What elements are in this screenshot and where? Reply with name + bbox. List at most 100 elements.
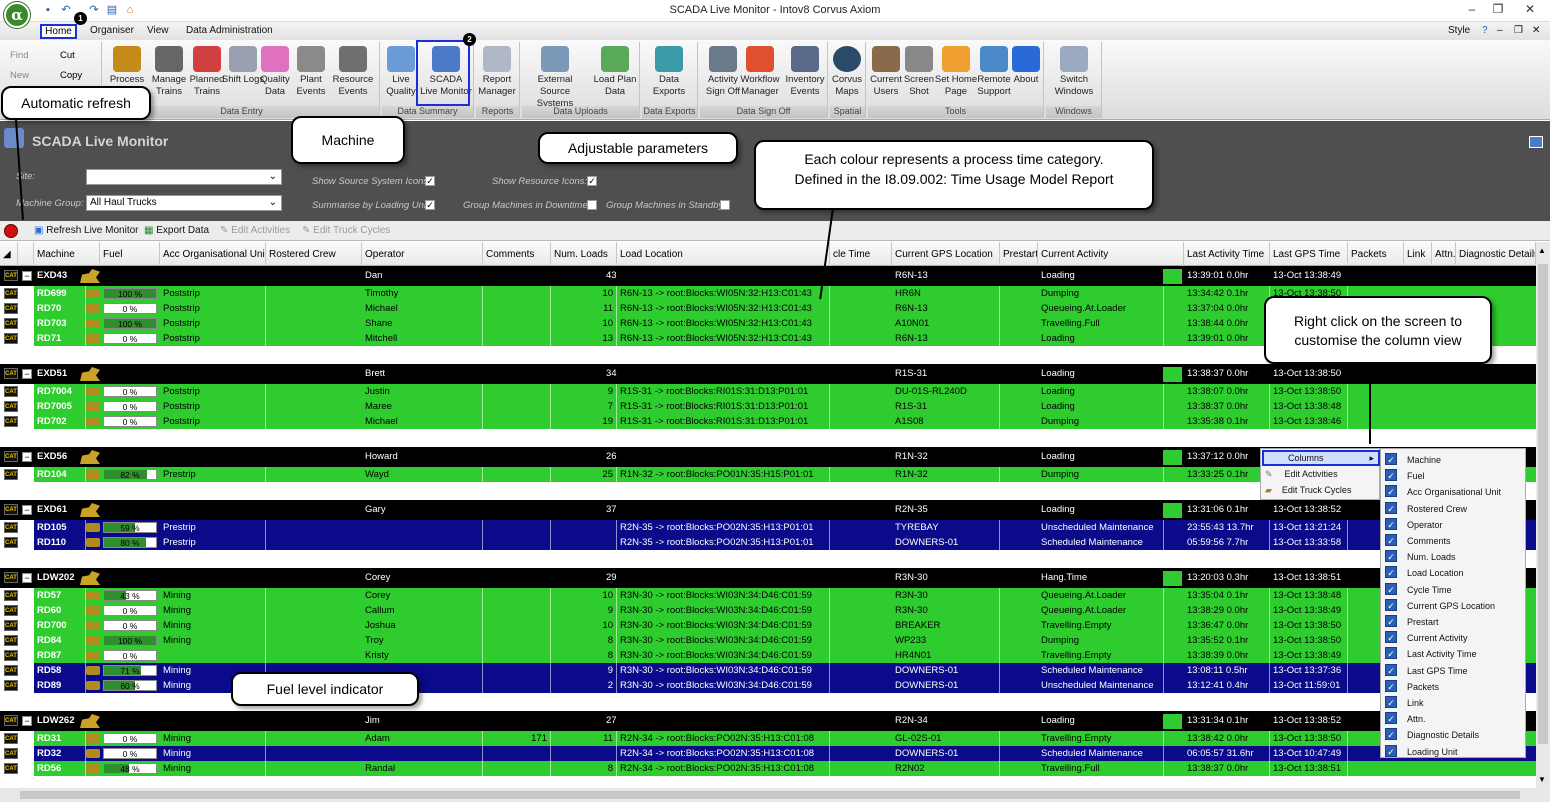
column-toggle-item[interactable]: ✓ Num. Loads bbox=[1381, 550, 1527, 565]
collapse-icon[interactable]: − bbox=[22, 505, 32, 515]
header-cycle-time[interactable]: cle Time bbox=[830, 242, 892, 266]
table-row[interactable]: CAT RD105 59 % Prestrip R2N-35 -> root:Block… bbox=[0, 520, 1536, 535]
menu-data-administration[interactable]: Data Administration bbox=[186, 25, 273, 36]
column-toggle-item[interactable]: ✓ Cycle Time bbox=[1381, 582, 1527, 598]
collapse-icon[interactable]: − bbox=[22, 573, 32, 583]
column-checkbox[interactable]: ✓ bbox=[1385, 663, 1397, 676]
column-toggle-item[interactable]: ✓ Rostered Crew bbox=[1381, 501, 1527, 517]
show-source-icons-checkbox[interactable]: ✓ bbox=[425, 176, 435, 186]
group-downtime-checkbox[interactable] bbox=[587, 200, 597, 210]
column-checkbox[interactable]: ✓ bbox=[1385, 550, 1397, 563]
table-row[interactable]: CAT RD60 0 % Mining Callum 9 R3N-30 -> root:Bl… bbox=[0, 603, 1536, 618]
column-checkbox[interactable]: ✓ bbox=[1385, 598, 1397, 611]
copy-button[interactable]: Copy bbox=[60, 70, 82, 81]
export-data-button[interactable]: ▦ Export Data bbox=[144, 225, 209, 236]
column-toggle-item[interactable]: ✓ Packets bbox=[1381, 679, 1527, 695]
report-manager-button[interactable]: Report Manager bbox=[476, 46, 518, 98]
resource-events-button[interactable]: Resource Events bbox=[330, 46, 376, 98]
column-checkbox[interactable]: ✓ bbox=[1385, 501, 1397, 514]
screen-shot-button[interactable]: Screen Shot bbox=[902, 46, 936, 98]
column-toggle-item[interactable]: ✓ Last GPS Time bbox=[1381, 663, 1527, 679]
column-checkbox[interactable]: ✓ bbox=[1385, 631, 1397, 644]
header-diagnostic-details[interactable]: Diagnostic Details bbox=[1456, 242, 1536, 266]
column-toggle-item[interactable]: ✓ Last Activity Time bbox=[1381, 647, 1527, 662]
scroll-down-icon[interactable]: ▼ bbox=[1538, 775, 1546, 784]
data-exports-button[interactable]: Data Exports bbox=[646, 46, 692, 98]
save-icon[interactable]: ▪ bbox=[42, 4, 54, 16]
menu-view[interactable]: View bbox=[147, 25, 169, 36]
header-current-activity[interactable]: Current Activity bbox=[1038, 242, 1184, 266]
column-checkbox[interactable]: ✓ bbox=[1385, 453, 1397, 465]
header-load-location[interactable]: Load Location bbox=[617, 242, 830, 266]
column-checkbox[interactable]: ✓ bbox=[1385, 534, 1397, 546]
table-row[interactable]: CAT RD110 80 % Prestrip R2N-35 -> root:Block… bbox=[0, 535, 1536, 550]
auto-refresh-icon[interactable] bbox=[4, 224, 18, 238]
header-acc-org-unit[interactable]: Acc Organisational Unit bbox=[160, 242, 266, 266]
column-toggle-item[interactable]: ✓ Current Activity bbox=[1381, 631, 1527, 646]
redo-icon[interactable]: ↷ bbox=[88, 4, 100, 16]
collapse-icon[interactable]: − bbox=[22, 452, 32, 462]
find-button[interactable]: Find bbox=[10, 50, 28, 61]
switch-windows-button[interactable]: Switch Windows bbox=[1048, 46, 1100, 98]
workflow-manager-button[interactable]: Workflow Manager bbox=[736, 46, 784, 98]
remote-support-button[interactable]: Remote Support bbox=[974, 46, 1014, 98]
header-prestart[interactable]: Prestart bbox=[1000, 242, 1038, 266]
context-columns-item[interactable]: Columns ▸ bbox=[1262, 450, 1380, 466]
column-checkbox[interactable]: ✓ bbox=[1385, 647, 1397, 660]
print-icon[interactable]: ▤ bbox=[106, 4, 118, 16]
ribbon-restore-icon[interactable]: ❐ bbox=[1514, 25, 1523, 36]
column-toggle-item[interactable]: ✓ Diagnostic Details bbox=[1381, 728, 1527, 743]
app-logo[interactable]: α bbox=[4, 2, 30, 28]
column-toggle-item[interactable]: ✓ Current GPS Location bbox=[1381, 598, 1527, 614]
load-plan-button[interactable]: Load Plan Data bbox=[592, 46, 638, 98]
live-quality-button[interactable]: Live Quality bbox=[382, 46, 420, 98]
column-checkbox[interactable]: ✓ bbox=[1385, 469, 1397, 482]
column-toggle-item[interactable]: ✓ Load Location bbox=[1381, 566, 1527, 581]
header-machine[interactable]: Machine bbox=[34, 242, 100, 266]
home-icon[interactable]: ⌂ bbox=[124, 4, 136, 16]
group-row[interactable]: CAT − EXD51 Brett 34 R1S-31 Loading 13:38:37 0.… bbox=[0, 364, 1536, 384]
column-checkbox[interactable]: ✓ bbox=[1385, 712, 1397, 725]
undo-icon[interactable]: ↶ bbox=[60, 4, 72, 16]
edit-truck-cycles-button[interactable]: ✎ Edit Truck Cycles bbox=[302, 225, 390, 236]
help-icon[interactable]: ? bbox=[1482, 25, 1488, 36]
header-rostered-crew[interactable]: Rostered Crew bbox=[266, 242, 362, 266]
collapse-icon[interactable]: − bbox=[22, 369, 32, 379]
table-row[interactable]: CAT RD7004 0 % Poststrip Justin 9 R1S-31 -> ro… bbox=[0, 384, 1536, 399]
table-row[interactable]: CAT RD57 43 % Mining Corey 10 R3N-30 -> root:B… bbox=[0, 588, 1536, 603]
set-home-page-button[interactable]: Set Home Page bbox=[934, 46, 978, 98]
collapse-icon[interactable]: − bbox=[22, 271, 32, 281]
column-toggle-item[interactable]: ✓ Fuel bbox=[1381, 469, 1527, 484]
menu-organiser[interactable]: Organiser bbox=[90, 25, 134, 36]
context-edit-activities[interactable]: ✎ Edit Activities bbox=[1265, 469, 1338, 480]
table-row[interactable]: CAT RD87 0 % Kristy 8 R3N-30 -> root:Blocks:W… bbox=[0, 648, 1536, 663]
table-row[interactable]: CAT RD84 100 % Mining Troy 8 R3N-30 -> root:Bl… bbox=[0, 633, 1536, 648]
restore-button[interactable]: ❐ bbox=[1485, 2, 1511, 18]
horizontal-scrollbar[interactable] bbox=[0, 788, 1550, 802]
style-menu[interactable]: Style bbox=[1448, 25, 1470, 36]
column-checkbox[interactable]: ✓ bbox=[1385, 728, 1397, 741]
current-users-button[interactable]: Current Users bbox=[868, 46, 904, 98]
minimize-button[interactable]: – bbox=[1459, 2, 1485, 18]
scroll-up-icon[interactable]: ▲ bbox=[1538, 246, 1546, 255]
summarise-checkbox[interactable]: ✓ bbox=[425, 200, 435, 210]
corvus-maps-button[interactable]: Corvus Maps bbox=[830, 46, 864, 98]
header-packets[interactable]: Packets bbox=[1348, 242, 1404, 266]
external-source-button[interactable]: External Source Systems bbox=[522, 46, 588, 110]
column-toggle-item[interactable]: ✓ Acc Organisational Unit bbox=[1381, 485, 1527, 500]
column-checkbox[interactable]: ✓ bbox=[1385, 517, 1397, 530]
refresh-live-monitor-button[interactable]: ▣ Refresh Live Monitor bbox=[34, 225, 139, 236]
header-last-gps-time[interactable]: Last GPS Time bbox=[1270, 242, 1348, 266]
table-row[interactable]: CAT RD702 0 % Poststrip Michael 19 R1S-31 -> r… bbox=[0, 414, 1536, 429]
table-row[interactable]: CAT RD56 48 % Mining Randal 8 R2N-34 -> root:B… bbox=[0, 761, 1536, 776]
column-checkbox[interactable]: ✓ bbox=[1385, 744, 1397, 757]
header-operator[interactable]: Operator bbox=[362, 242, 483, 266]
group-row[interactable]: CAT − LDW262 Jim 27 R2N-34 Loading 13:31:34 0.1… bbox=[0, 711, 1536, 731]
header-fuel[interactable]: Fuel bbox=[100, 242, 160, 266]
header-comments[interactable]: Comments bbox=[483, 242, 551, 266]
collapse-icon[interactable]: − bbox=[22, 716, 32, 726]
table-row[interactable]: CAT RD700 0 % Mining Joshua 10 R3N-30 -> root:… bbox=[0, 618, 1536, 633]
show-resource-icons-checkbox[interactable]: ✓ bbox=[587, 176, 597, 186]
column-toggle-item[interactable]: ✓ Comments bbox=[1381, 534, 1527, 549]
table-row[interactable]: CAT RD58 71 % Mining 9 R3N-30 -> root:Blocks:… bbox=[0, 663, 1536, 678]
